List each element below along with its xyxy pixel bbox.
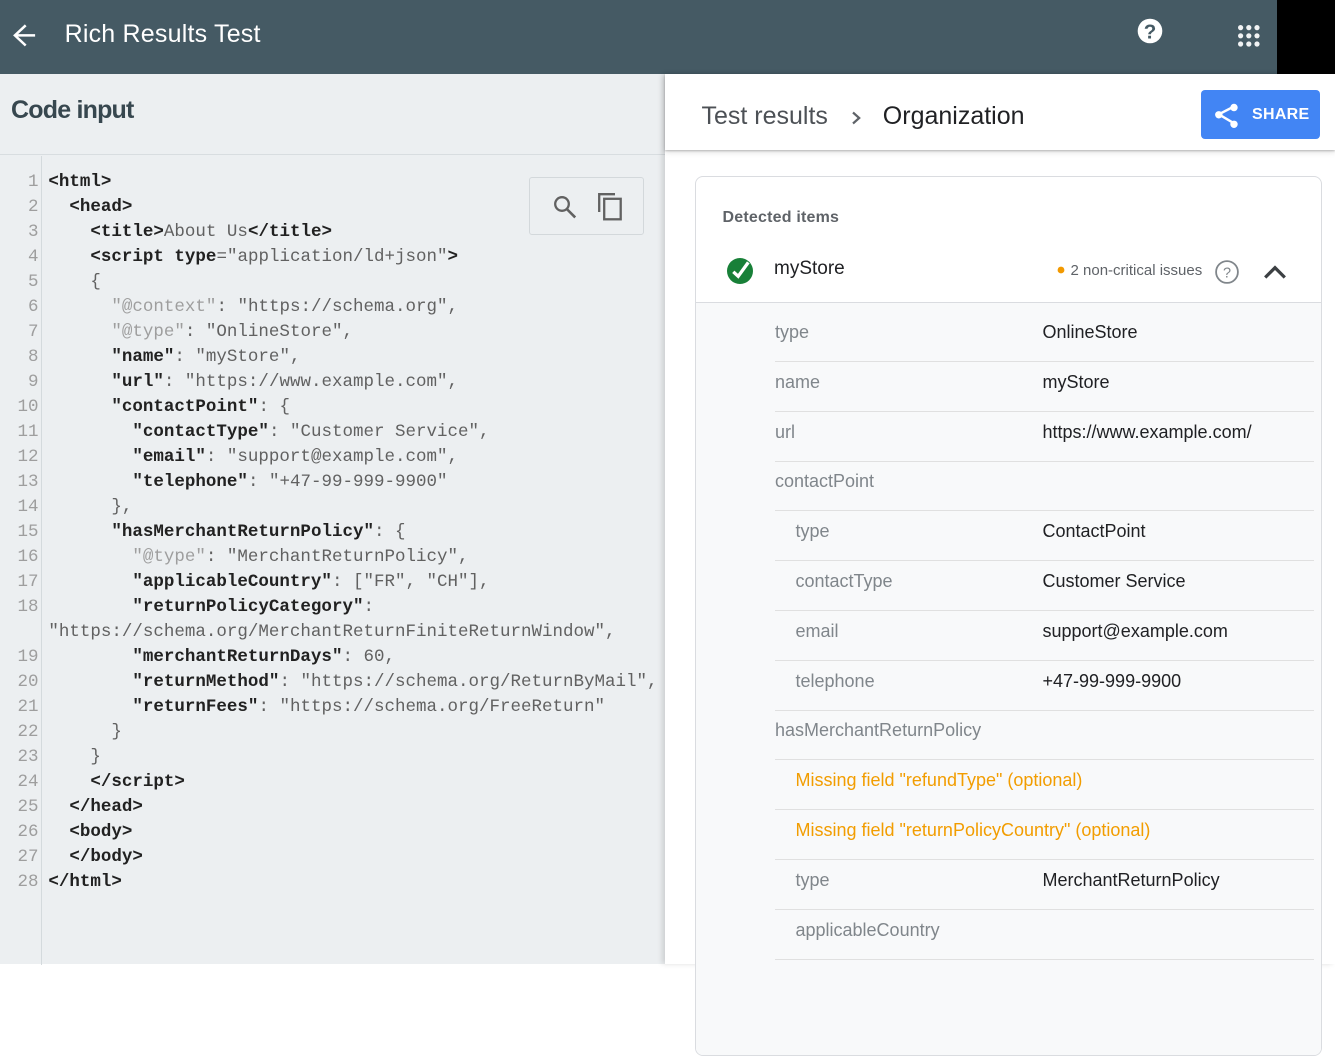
svg-text:?: ? [1144,20,1157,43]
svg-text:?: ? [1223,265,1231,281]
